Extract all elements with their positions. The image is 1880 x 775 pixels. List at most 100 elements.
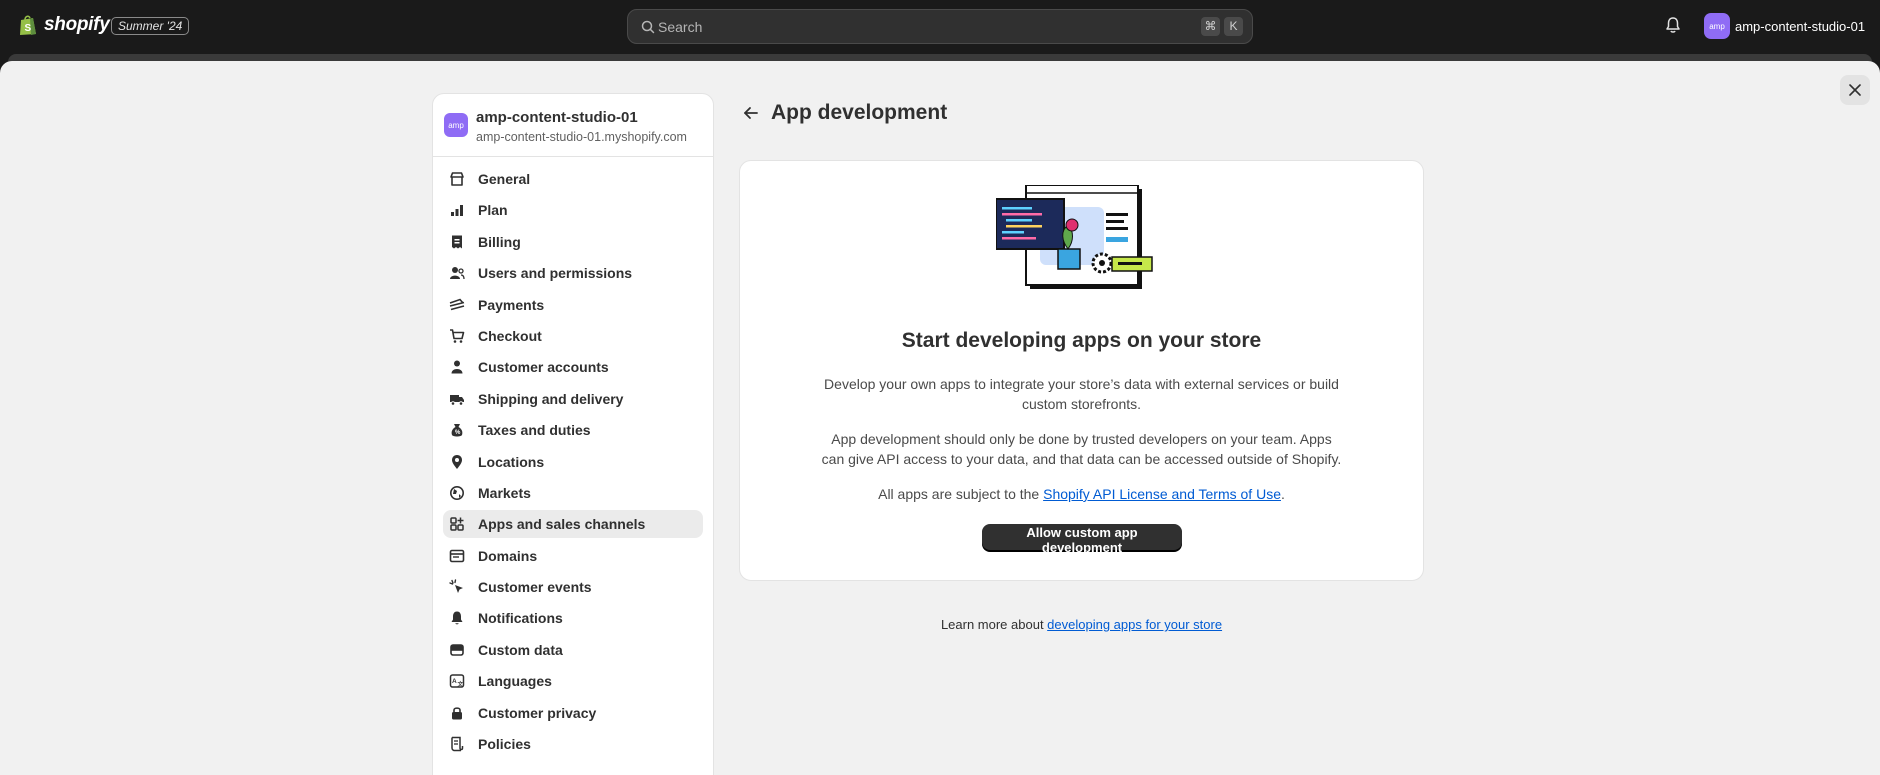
sidebar-item-label: Custom data: [478, 641, 563, 658]
top-bar: S shopify Summer '24 Search ⌘ K amp amp-…: [0, 0, 1880, 54]
learn-more-text: Learn more about developing apps for you…: [739, 617, 1424, 632]
payments-icon: [449, 298, 465, 310]
card-warning-text: App development should only be done by t…: [821, 431, 1342, 467]
account-menu[interactable]: amp amp-content-studio-01: [1704, 13, 1865, 39]
account-avatar: amp: [1704, 13, 1730, 39]
settings-nav: General Plan Billing Users and permissions P…: [433, 157, 713, 769]
account-name: amp-content-studio-01: [1735, 18, 1866, 34]
sidebar-item-label: Shipping and delivery: [478, 390, 624, 407]
sidebar-item-locations[interactable]: Locations: [443, 448, 703, 476]
svg-text:%: %: [455, 430, 461, 436]
person-icon: [451, 360, 463, 374]
sidebar-item-notifications[interactable]: Notifications: [443, 604, 703, 632]
location-pin-icon: [452, 454, 462, 469]
svg-text:文: 文: [458, 680, 464, 688]
svg-text:A: A: [452, 678, 457, 685]
store-header: amp amp-content-studio-01 amp-content-st…: [433, 94, 713, 157]
sidebar-item-label: Billing: [478, 233, 521, 250]
sidebar-item-users-and-permissions[interactable]: Users and permissions: [443, 259, 703, 287]
sidebar-item-label: Taxes and duties: [478, 422, 591, 439]
page-header: App development: [741, 101, 947, 125]
search-icon: [641, 20, 655, 34]
sidebar-item-label: Notifications: [478, 610, 563, 627]
sidebar-item-payments[interactable]: Payments: [443, 291, 703, 319]
sidebar-item-label: Payments: [478, 296, 545, 313]
sidebar-item-markets[interactable]: Markets: [443, 479, 703, 507]
logo-wordmark: shopify: [44, 14, 110, 35]
sidebar-item-label: Apps and sales channels: [478, 516, 646, 533]
tax-icon: %: [451, 424, 463, 437]
sidebar-item-policies[interactable]: Policies: [443, 730, 703, 758]
sidebar-item-shipping-and-delivery[interactable]: Shipping and delivery: [443, 385, 703, 413]
sidebar-item-label: Customer accounts: [478, 359, 609, 376]
plan-icon: [451, 205, 463, 217]
bell-icon: [451, 611, 463, 625]
store-name: amp-content-studio-01: [476, 109, 638, 126]
settings-sidebar: amp amp-content-studio-01 amp-content-st…: [432, 93, 714, 775]
terms-prefix: All apps are subject to the: [878, 486, 1044, 502]
edition-badge[interactable]: Summer '24: [111, 17, 190, 35]
sidebar-item-taxes-and-duties[interactable]: % Taxes and duties: [443, 416, 703, 444]
close-icon: [1849, 84, 1861, 96]
sidebar-item-label: Plan: [478, 202, 508, 219]
store-icon: [450, 172, 464, 186]
shopify-bag-icon: S: [20, 15, 36, 35]
learn-more-link[interactable]: developing apps for your store: [1047, 617, 1222, 632]
allow-custom-app-development-button[interactable]: Allow custom app development: [982, 524, 1182, 555]
store-domain: amp-content-studio-01.myshopify.com: [476, 130, 687, 144]
page-title: App development: [771, 101, 948, 124]
search-bar[interactable]: Search ⌘ K: [627, 9, 1253, 44]
globe-icon: [450, 485, 464, 500]
sidebar-item-customer-accounts[interactable]: Customer accounts: [443, 353, 703, 381]
sidebar-item-apps-and-sales-channels[interactable]: Apps and sales channels: [443, 510, 703, 539]
sidebar-item-domains[interactable]: Domains: [443, 542, 703, 570]
lock-icon: [452, 706, 462, 720]
sidebar-item-label: Locations: [478, 453, 545, 470]
policy-icon: [451, 736, 464, 752]
sidebar-item-label: General: [478, 171, 531, 187]
billing-icon: [452, 235, 462, 249]
card-heading: Start developing apps on your store: [901, 329, 1262, 352]
store-avatar: amp: [444, 113, 468, 137]
sidebar-item-label: Languages: [478, 673, 552, 690]
close-button[interactable]: [1840, 75, 1870, 105]
learn-more-prefix: Learn more about: [940, 617, 1048, 632]
cart-icon: [450, 329, 465, 343]
card-description: Develop your own apps to integrate your …: [824, 376, 1339, 412]
back-arrow-icon[interactable]: [741, 103, 761, 123]
cursor-icon: [449, 579, 463, 594]
settings-modal: amp amp-content-studio-01 amp-content-st…: [0, 61, 1880, 775]
sidebar-item-label: Users and permissions: [478, 265, 633, 282]
app-development-card: Start developing apps on your store Deve…: [739, 160, 1424, 581]
search-input[interactable]: Search: [658, 19, 702, 35]
sidebar-item-billing[interactable]: Billing: [443, 228, 703, 256]
notifications-bell-icon[interactable]: [1664, 16, 1682, 34]
database-icon: [450, 644, 464, 656]
terms-link[interactable]: Shopify API License and Terms of Use: [1043, 486, 1281, 502]
sidebar-item-general[interactable]: General: [443, 165, 703, 193]
sidebar-item-checkout[interactable]: Checkout: [443, 322, 703, 350]
sidebar-item-customer-privacy[interactable]: Customer privacy: [443, 699, 703, 727]
sidebar-item-label: Policies: [478, 736, 531, 753]
truck-icon: [450, 394, 464, 406]
shortcut-command-key: ⌘: [1201, 17, 1220, 36]
terms-suffix: .: [1280, 486, 1285, 502]
shortcut-k-key: K: [1224, 17, 1243, 36]
sidebar-item-plan[interactable]: Plan: [443, 196, 703, 224]
terms-text: All apps are subject to the Shopify API …: [820, 484, 1343, 504]
apps-icon: [450, 517, 464, 532]
app-development-illustration: [996, 185, 1153, 289]
shopify-logo[interactable]: S shopify: [18, 14, 110, 36]
sidebar-item-label: Domains: [478, 547, 538, 564]
sidebar-item-label: Customer privacy: [478, 704, 597, 721]
sidebar-item-custom-data[interactable]: Custom data: [443, 636, 703, 664]
domain-icon: [449, 549, 465, 562]
sidebar-item-customer-events[interactable]: Customer events: [443, 573, 703, 601]
sidebar-item-label: Checkout: [478, 327, 542, 344]
sidebar-item-languages[interactable]: A 文 Languages: [443, 667, 703, 695]
sidebar-item-label: Markets: [478, 484, 531, 501]
language-icon: A文: [449, 674, 465, 688]
sidebar-item-label: Customer events: [478, 579, 592, 596]
svg-text:S: S: [25, 23, 32, 34]
users-icon: [450, 267, 465, 280]
